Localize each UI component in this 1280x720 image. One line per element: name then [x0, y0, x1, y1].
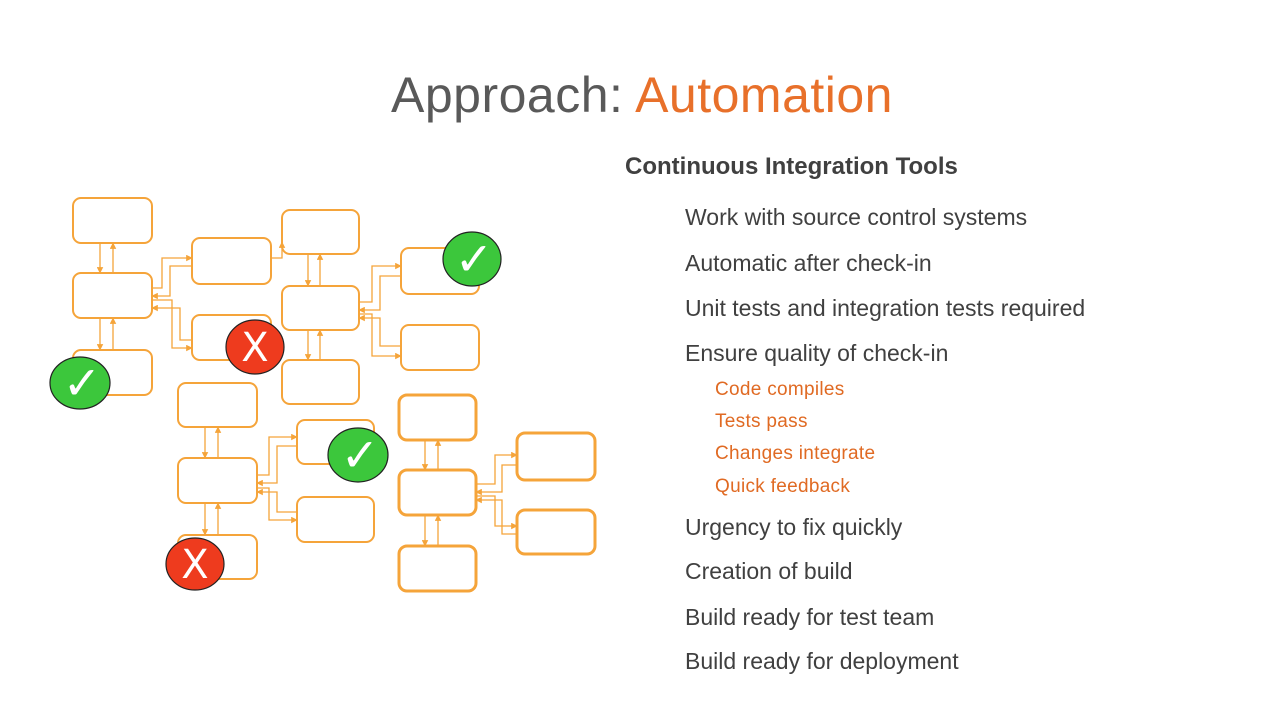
process-box — [177, 382, 258, 428]
bullet-item: Urgency to fix quickly — [685, 514, 903, 540]
flow-arrow — [256, 445, 297, 487]
process-box — [191, 237, 272, 285]
process-box — [296, 496, 375, 543]
process-box — [515, 431, 597, 482]
process-box — [281, 285, 360, 331]
flow-arrow — [151, 265, 192, 300]
sub-bullet-item: Quick feedback — [715, 476, 851, 497]
svg-text:✓: ✓ — [341, 428, 380, 482]
fail-x-icon: X — [165, 537, 225, 591]
bullet-item: Automatic after check-in — [685, 250, 932, 276]
flow-arrow — [271, 241, 286, 259]
process-box — [515, 508, 597, 556]
bullet-item: Work with source control systems — [685, 204, 1028, 230]
sub-bullet-item: Tests pass — [715, 411, 808, 432]
checkmark-icon: ✓ — [442, 231, 502, 287]
heading-ci-tools: Continuous Integration Tools — [625, 153, 958, 180]
sub-bullet-item: Code compiles — [715, 379, 845, 400]
process-box — [72, 272, 153, 319]
fail-x-icon: X — [225, 319, 285, 375]
bullet-item: Build ready for test team — [685, 604, 935, 630]
flow-arrow — [152, 254, 193, 289]
sub-bullet-item: Changes integrate — [715, 443, 876, 464]
svg-text:X: X — [241, 325, 268, 371]
process-box — [72, 197, 153, 244]
flow-arrow — [256, 488, 297, 513]
bullet-item: Creation of build — [685, 558, 853, 584]
flow-arrow — [358, 314, 401, 347]
process-box — [397, 393, 478, 442]
flow-arrow — [152, 299, 193, 352]
title-accent: Automation — [635, 67, 893, 123]
flow-arrow — [476, 451, 518, 485]
process-box — [397, 468, 478, 517]
process-box — [397, 544, 478, 593]
bullet-item: Build ready for deployment — [685, 648, 959, 674]
checkmark-icon: ✓ — [327, 427, 389, 483]
flow-arrow — [475, 496, 517, 535]
flow-arrow — [358, 275, 401, 314]
process-box — [177, 457, 258, 504]
svg-text:✓: ✓ — [455, 232, 494, 286]
bullet-item: Unit tests and integration tests require… — [685, 295, 1086, 321]
process-box — [400, 324, 480, 371]
process-box — [281, 359, 360, 405]
bullet-item: Ensure quality of check-in — [685, 340, 949, 366]
svg-text:X: X — [181, 542, 208, 588]
ci-flow-diagram: ✓ X ✓ ✓ X — [49, 197, 597, 593]
flow-arrow — [475, 464, 517, 496]
checkmark-icon: ✓ — [49, 356, 111, 410]
process-box — [281, 209, 360, 255]
svg-text:✓: ✓ — [63, 356, 102, 410]
